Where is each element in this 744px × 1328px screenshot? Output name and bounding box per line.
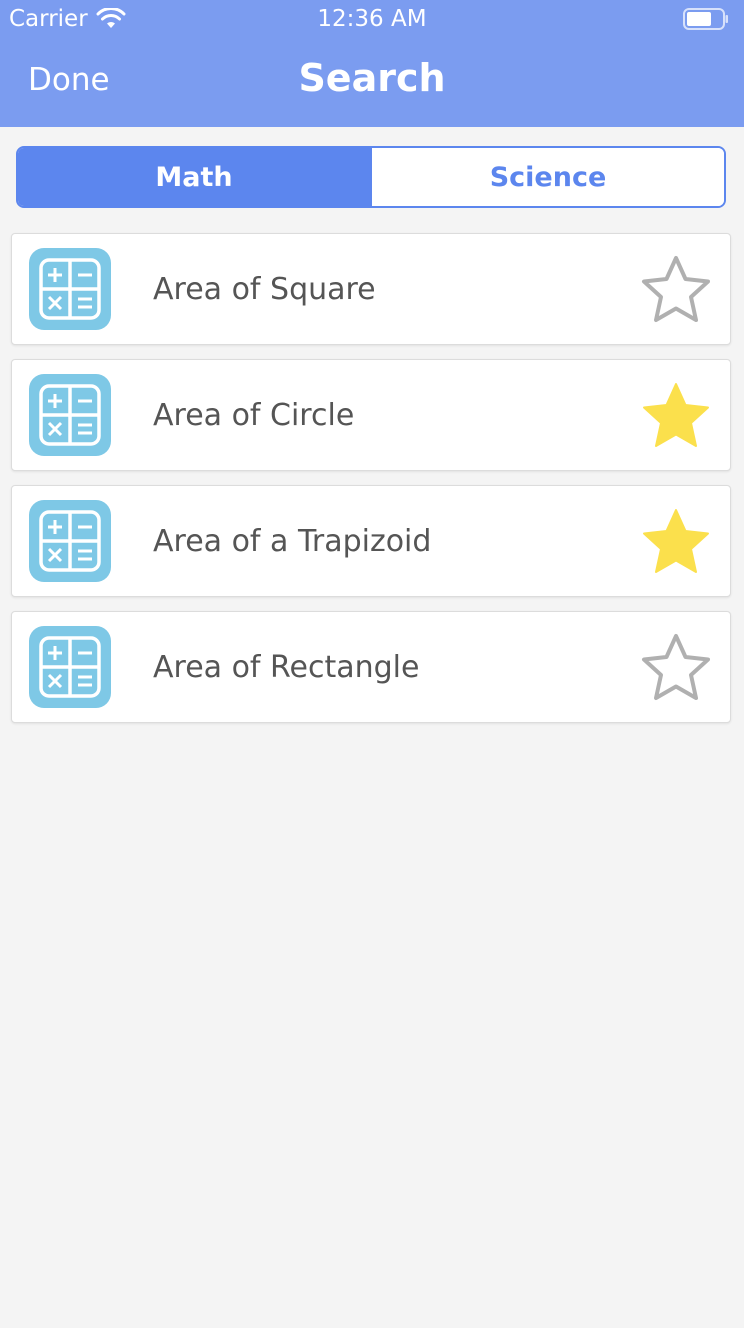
calculator-icon <box>29 626 111 708</box>
list-item[interactable]: Area of Square <box>11 233 731 345</box>
calculator-icon <box>29 500 111 582</box>
calculator-icon <box>29 374 111 456</box>
navigation-bar: Carrier 12:36 AM Done Search <box>0 0 744 127</box>
list-item-label: Area of a Trapizoid <box>153 524 432 559</box>
formula-list: Area of Square Area of Circle Area of a … <box>11 233 731 737</box>
segment-science[interactable]: Science <box>370 148 724 206</box>
list-item-label: Area of Circle <box>153 398 355 433</box>
clock: 12:36 AM <box>317 6 427 32</box>
favorite-star-icon[interactable] <box>640 380 712 452</box>
list-item-label: Area of Square <box>153 272 376 307</box>
battery-icon <box>683 8 728 30</box>
list-item[interactable]: Area of Circle <box>11 359 731 471</box>
list-item[interactable]: Area of a Trapizoid <box>11 485 731 597</box>
list-item-label: Area of Rectangle <box>153 650 420 685</box>
subject-segmented-control: Math Science <box>16 146 726 208</box>
favorite-star-icon[interactable] <box>640 632 712 704</box>
calculator-icon <box>29 248 111 330</box>
status-bar: Carrier 12:36 AM <box>0 0 744 40</box>
segment-math[interactable]: Math <box>18 148 370 206</box>
favorite-star-icon[interactable] <box>640 506 712 578</box>
list-item[interactable]: Area of Rectangle <box>11 611 731 723</box>
page-title: Search <box>298 56 446 100</box>
favorite-star-icon[interactable] <box>640 254 712 326</box>
